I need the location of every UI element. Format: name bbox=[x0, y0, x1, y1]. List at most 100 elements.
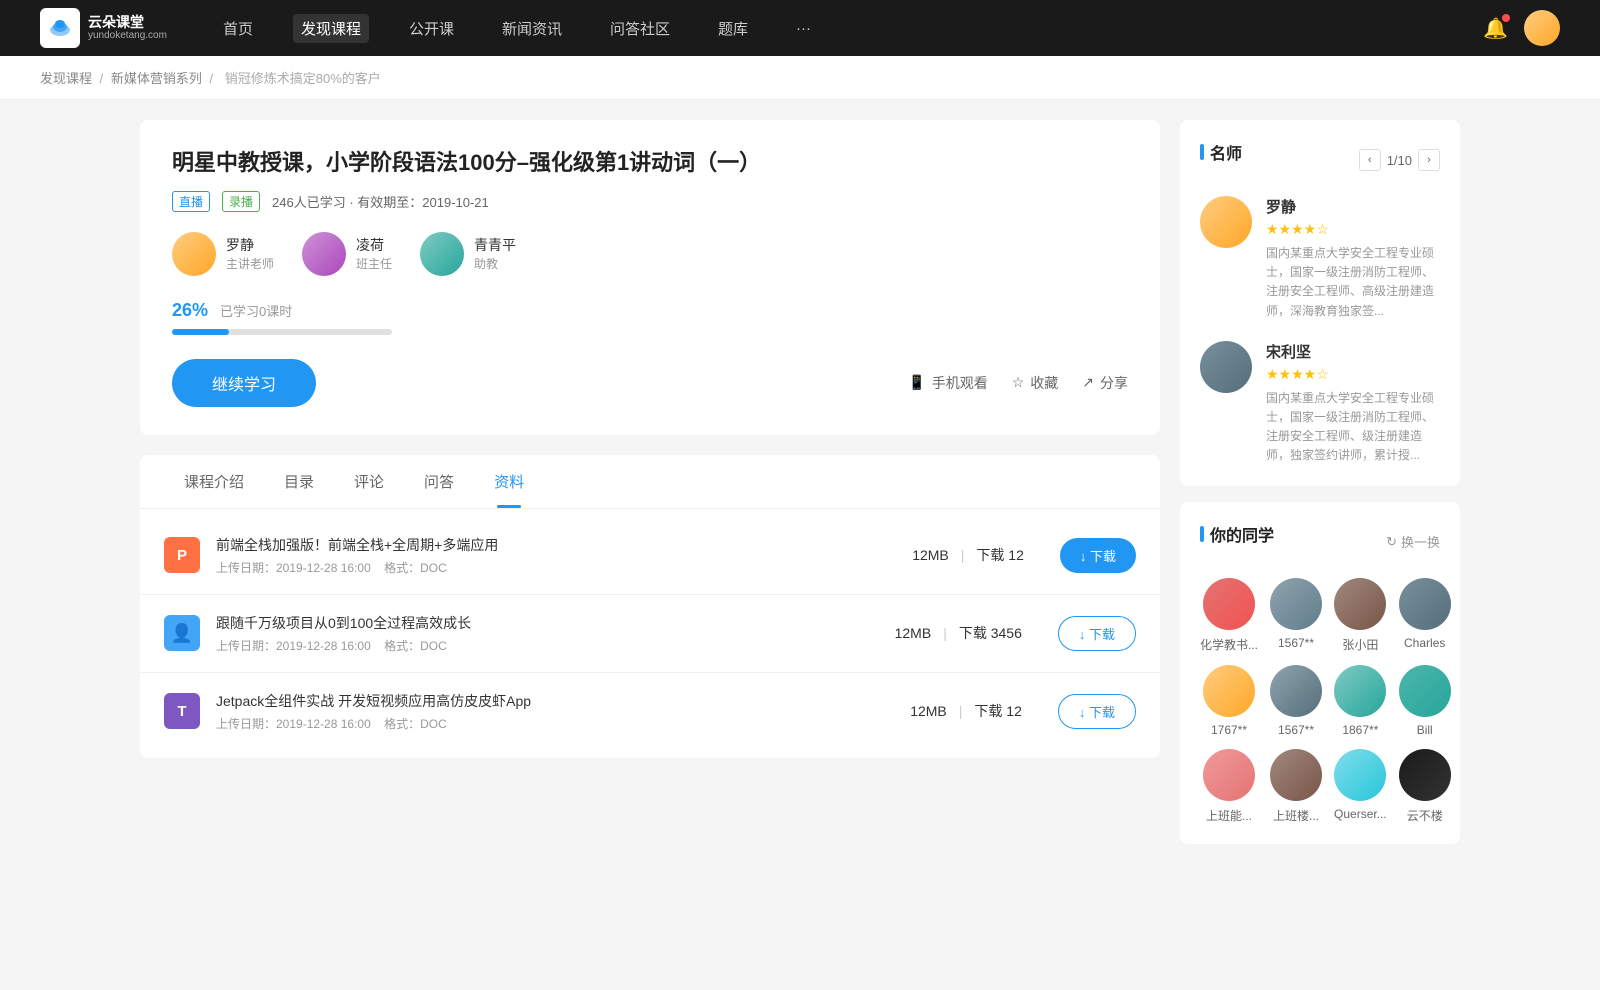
tab-resources[interactable]: 资料 bbox=[474, 455, 544, 508]
progress-label: 已学习0课时 bbox=[220, 301, 292, 320]
refresh-button[interactable]: ↻ 换一换 bbox=[1386, 532, 1440, 551]
tab-qa[interactable]: 问答 bbox=[404, 455, 474, 508]
nav-discover[interactable]: 发现课程 bbox=[293, 14, 369, 43]
teacher-name-1: 凌荷 bbox=[356, 235, 392, 255]
collect-button[interactable]: ☆ 收藏 bbox=[1012, 373, 1059, 393]
teacher-name-2: 青青平 bbox=[474, 235, 516, 255]
classmates-header: 你的同学 ↻ 换一换 bbox=[1200, 522, 1440, 562]
pag-next[interactable]: › bbox=[1418, 149, 1440, 171]
tabs-header: 课程介绍 目录 评论 问答 资料 bbox=[140, 455, 1160, 509]
classmate-avatar-11 bbox=[1399, 749, 1451, 801]
user-avatar-nav[interactable] bbox=[1524, 10, 1560, 46]
classmate-avatar-7 bbox=[1399, 665, 1451, 717]
course-meta-text: 246人已学习 · 有效期至：2019-10-21 bbox=[272, 192, 489, 211]
refresh-icon: ↻ bbox=[1386, 534, 1397, 550]
pag-prev[interactable]: ‹ bbox=[1359, 149, 1381, 171]
resource-size-2: 12MB bbox=[910, 703, 947, 719]
tab-comments[interactable]: 评论 bbox=[334, 455, 404, 508]
progress-bar-fill bbox=[172, 329, 229, 335]
teachers-sidebar-title: 名师 bbox=[1200, 140, 1242, 164]
classmate-avatar-1 bbox=[1270, 578, 1322, 630]
resource-name-1: 跟随千万级项目从0到100全过程高效成长 bbox=[216, 613, 879, 633]
classmate-name-10: Querser... bbox=[1334, 807, 1387, 821]
classmate-avatar-9 bbox=[1270, 749, 1322, 801]
resource-downloads-0: 下载 12 bbox=[976, 545, 1023, 565]
course-title: 明星中教授课，小学阶段语法100分–强化级第1讲动词（一） bbox=[172, 148, 1128, 179]
classmate-2: 张小田 bbox=[1334, 578, 1387, 653]
nav-public[interactable]: 公开课 bbox=[401, 14, 462, 43]
classmate-name-8: 上班能... bbox=[1206, 807, 1252, 824]
action-row: 继续学习 📱 手机观看 ☆ 收藏 ↗ 分享 bbox=[172, 359, 1128, 407]
teacher-2: 青青平 助教 bbox=[420, 232, 516, 276]
nav-exercises[interactable]: 题库 bbox=[710, 14, 756, 43]
nav-qa[interactable]: 问答社区 bbox=[602, 14, 678, 43]
resource-detail-2: 上传日期：2019-12-28 16:00 格式：DOC bbox=[216, 715, 894, 732]
classmate-6: 1867** bbox=[1334, 665, 1387, 737]
download-button-0[interactable]: ↓ 下载 bbox=[1060, 538, 1136, 573]
continue-learning-button[interactable]: 继续学习 bbox=[172, 359, 316, 407]
teacher-info-2: 青青平 助教 bbox=[474, 235, 516, 272]
classmate-name-1: 1567** bbox=[1278, 636, 1314, 650]
resource-icon-2: T bbox=[164, 693, 200, 729]
resource-date-1: 上传日期：2019-12-28 16:00 bbox=[216, 639, 371, 653]
mobile-watch-button[interactable]: 📱 手机观看 bbox=[908, 373, 987, 393]
tab-intro[interactable]: 课程介绍 bbox=[164, 455, 264, 508]
action-icons: 📱 手机观看 ☆ 收藏 ↗ 分享 bbox=[908, 373, 1128, 393]
content-area: 明星中教授课，小学阶段语法100分–强化级第1讲动词（一） 直播 录播 246人… bbox=[140, 120, 1160, 860]
classmate-10: Querser... bbox=[1334, 749, 1387, 824]
notification-bell[interactable]: 🔔 bbox=[1483, 16, 1508, 41]
progress-section: 26% 已学习0课时 bbox=[172, 300, 1128, 335]
download-icon-0: ↓ bbox=[1080, 549, 1087, 564]
resource-name-2: Jetpack全组件实战 开发短视频应用高仿皮皮虾App bbox=[216, 691, 894, 711]
teacher-name-0: 罗静 bbox=[226, 235, 274, 255]
resource-icon-0: P bbox=[164, 537, 200, 573]
nav-home[interactable]: 首页 bbox=[215, 14, 261, 43]
classmates-sidebar-card: 你的同学 ↻ 换一换 化学教书... 1567** 张小田 bbox=[1180, 502, 1460, 844]
download-button-2[interactable]: ↓ 下载 bbox=[1058, 694, 1136, 729]
navbar: 云朵课堂 yundoketang.com 首页 发现课程 公开课 新闻资讯 问答… bbox=[0, 0, 1600, 56]
classmate-name-3: Charles bbox=[1404, 636, 1445, 650]
logo-icon bbox=[40, 8, 80, 48]
sidebar-teacher-desc-0: 国内某重点大学安全工程专业硕士，国家一级注册消防工程师、注册安全工程师、高级注册… bbox=[1266, 244, 1440, 321]
logo[interactable]: 云朵课堂 yundoketang.com bbox=[40, 8, 167, 48]
download-icon-2: ↓ bbox=[1079, 705, 1086, 720]
tab-toc[interactable]: 目录 bbox=[264, 455, 334, 508]
resource-name-0: 前端全栈加强版！前端全栈+全周期+多端应用 bbox=[216, 535, 896, 555]
classmate-9: 上班楼... bbox=[1270, 749, 1322, 824]
download-button-1[interactable]: ↓ 下载 bbox=[1058, 616, 1136, 651]
teacher-avatar-0 bbox=[172, 232, 216, 276]
nav-more[interactable]: ··· bbox=[788, 16, 819, 41]
breadcrumb-series[interactable]: 新媒体营销系列 bbox=[111, 71, 202, 86]
course-header-card: 明星中教授课，小学阶段语法100分–强化级第1讲动词（一） 直播 录播 246人… bbox=[140, 120, 1160, 435]
resource-item-0: P 前端全栈加强版！前端全栈+全周期+多端应用 上传日期：2019-12-28 … bbox=[140, 517, 1160, 595]
classmate-avatar-0 bbox=[1203, 578, 1255, 630]
classmates-title: 你的同学 bbox=[1200, 522, 1274, 546]
sidebar-teacher-stars-1: ★★★★☆ bbox=[1266, 366, 1440, 383]
progress-header: 26% 已学习0课时 bbox=[172, 300, 1128, 321]
resource-date-2: 上传日期：2019-12-28 16:00 bbox=[216, 717, 371, 731]
classmate-0: 化学教书... bbox=[1200, 578, 1258, 653]
teacher-info-1: 凌荷 班主任 bbox=[356, 235, 392, 272]
nav-news[interactable]: 新闻资讯 bbox=[494, 14, 570, 43]
classmate-5: 1567** bbox=[1270, 665, 1322, 737]
resource-size-1: 12MB bbox=[895, 625, 932, 641]
logo-name: 云朵课堂 bbox=[88, 14, 167, 31]
resource-detail-0: 上传日期：2019-12-28 16:00 格式：DOC bbox=[216, 559, 896, 576]
teacher-avatar-1 bbox=[302, 232, 346, 276]
share-icon: ↗ bbox=[1082, 374, 1094, 391]
logo-sub: yundoketang.com bbox=[88, 30, 167, 42]
resource-info-0: 前端全栈加强版！前端全栈+全周期+多端应用 上传日期：2019-12-28 16… bbox=[216, 535, 896, 576]
resource-format-0: 格式：DOC bbox=[384, 561, 447, 575]
pagination-mini: ‹ 1/10 › bbox=[1359, 149, 1440, 171]
share-button[interactable]: ↗ 分享 bbox=[1082, 373, 1128, 393]
progress-percent: 26% bbox=[172, 300, 208, 321]
classmate-name-0: 化学教书... bbox=[1200, 636, 1258, 653]
course-meta: 直播 录播 246人已学习 · 有效期至：2019-10-21 bbox=[172, 191, 1128, 212]
refresh-label: 换一换 bbox=[1401, 532, 1440, 551]
tabs-card: 课程介绍 目录 评论 问答 资料 P 前端全栈加强版！前端全栈+全周期+多端应用… bbox=[140, 455, 1160, 758]
classmate-avatar-8 bbox=[1203, 749, 1255, 801]
classmate-avatar-5 bbox=[1270, 665, 1322, 717]
breadcrumb-discover[interactable]: 发现课程 bbox=[40, 71, 92, 86]
download-icon-1: ↓ bbox=[1079, 627, 1086, 642]
teacher-0: 罗静 主讲老师 bbox=[172, 232, 274, 276]
